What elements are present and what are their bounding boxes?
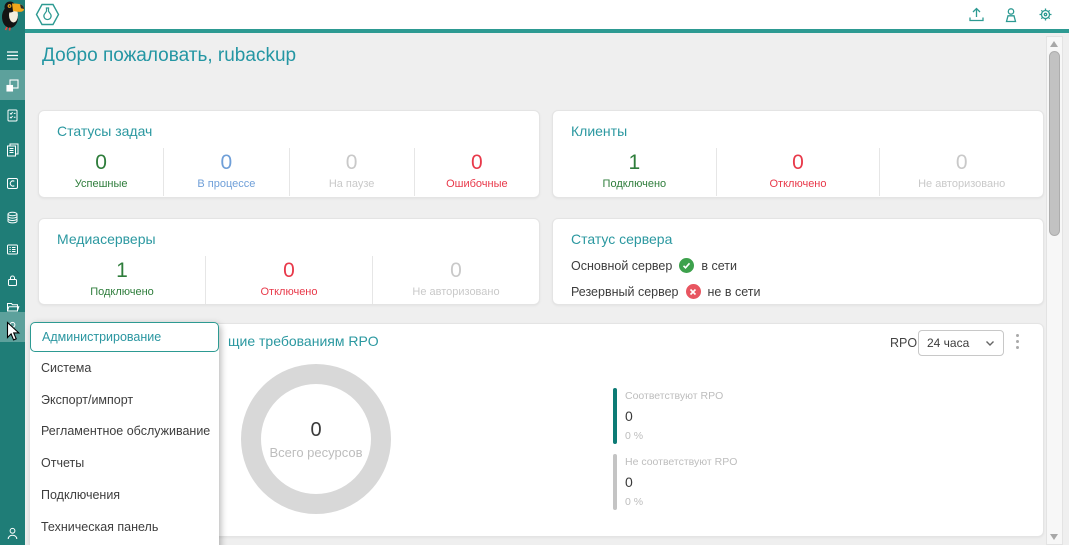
legend-color-bar bbox=[613, 388, 617, 444]
menu-item-connections[interactable]: Подключения bbox=[30, 479, 219, 511]
primary-server-label: Основной сервер bbox=[571, 259, 672, 273]
card-task-statuses: Статусы задач 0 Успешные 0 В процессе 0 … bbox=[38, 110, 540, 198]
check-circle-icon bbox=[679, 258, 694, 273]
sidebar-item-dashboard[interactable] bbox=[0, 70, 25, 100]
backup-server-label: Резервный сервер bbox=[571, 285, 679, 299]
sidebar-item-copy-rules[interactable] bbox=[0, 168, 25, 198]
legend-noncompliant: Не соответствуют RPO 0 0 % bbox=[613, 454, 737, 510]
card-title: Медиасерверы bbox=[57, 231, 539, 247]
sidebar bbox=[0, 0, 25, 545]
menu-item-export-import[interactable]: Экспорт/импорт bbox=[30, 384, 219, 416]
server-status-row-primary: Основной сервер в сети bbox=[571, 258, 1043, 273]
app-logo[interactable] bbox=[34, 2, 61, 27]
backup-server-status: не в сети bbox=[708, 285, 761, 299]
stat-paused: 0 На паузе bbox=[289, 148, 414, 196]
donut-total-value: 0 bbox=[310, 419, 321, 442]
resources-donut-chart: 0 Всего ресурсов bbox=[241, 364, 391, 514]
stat-disconnected: 0 Отключено bbox=[205, 256, 372, 304]
primary-server-status: в сети bbox=[701, 259, 737, 273]
menu-item-technical-panel[interactable]: Техническая панель bbox=[30, 511, 219, 543]
stat-successful: 0 Успешные bbox=[39, 148, 163, 196]
card-title: Статус сервера bbox=[571, 231, 1043, 247]
task-list-icon bbox=[5, 108, 20, 123]
kebab-menu-icon[interactable] bbox=[1014, 332, 1021, 351]
rpo-card-title: щие требованиям RPO bbox=[228, 333, 379, 349]
stats-row: 1 Подключено 0 Отключено 0 Не авторизова… bbox=[553, 148, 1043, 196]
rpo-label: RPO bbox=[890, 336, 917, 350]
topbar-actions bbox=[967, 5, 1069, 24]
stat-unauthorized: 0 Не авторизовано bbox=[879, 148, 1043, 196]
stat-unauthorized: 0 Не авторизовано bbox=[372, 256, 539, 304]
server-list-icon bbox=[5, 242, 20, 257]
user-icon[interactable] bbox=[1002, 6, 1020, 24]
chevron-down-icon bbox=[985, 340, 995, 347]
dashboard-icon bbox=[5, 78, 20, 93]
stat-disconnected: 0 Отключено bbox=[716, 148, 880, 196]
administration-menu: Администрирование Система Экспорт/импорт… bbox=[30, 322, 219, 545]
card-clients: Клиенты 1 Подключено 0 Отключено 0 Не ав… bbox=[552, 110, 1044, 198]
card-media-servers: Медиасерверы 1 Подключено 0 Отключено 0 … bbox=[38, 218, 540, 305]
rpo-period-select[interactable]: 24 часа bbox=[918, 330, 1004, 356]
topbar bbox=[25, 0, 1069, 33]
hexagon-flask-icon bbox=[34, 2, 61, 27]
app-window: Добро пожаловать, rubackup Статусы задач… bbox=[0, 0, 1069, 545]
card-server-status: Статус сервера Основной сервер в сети Ре… bbox=[552, 218, 1044, 305]
menu-icon[interactable] bbox=[0, 40, 25, 70]
lock-icon bbox=[5, 273, 20, 288]
legend-color-bar bbox=[613, 454, 617, 510]
sidebar-item-storage[interactable] bbox=[0, 202, 25, 232]
page-title: Добро пожаловать, rubackup bbox=[42, 45, 296, 67]
menu-item-reports[interactable]: Отчеты bbox=[30, 447, 219, 479]
menu-header: Администрирование bbox=[30, 322, 219, 352]
legend-compliant: Соответствуют RPO 0 0 % bbox=[613, 388, 723, 444]
rpo-period-value: 24 часа bbox=[927, 336, 969, 350]
stat-errored: 0 Ошибочные bbox=[414, 148, 539, 196]
sidebar-user-bottom[interactable] bbox=[0, 518, 25, 545]
user-icon bbox=[5, 526, 20, 541]
sidebar-item-tasks[interactable] bbox=[0, 100, 25, 130]
toucan-logo-icon bbox=[0, 0, 25, 31]
storage-icon bbox=[5, 210, 20, 225]
menu-item-system[interactable]: Система bbox=[30, 352, 219, 384]
card-title: Статусы задач bbox=[57, 123, 539, 139]
sidebar-item-server-list[interactable] bbox=[0, 234, 25, 264]
scroll-down-arrow-icon[interactable] bbox=[1050, 534, 1058, 540]
stat-connected: 1 Подключено bbox=[39, 256, 205, 304]
menu-item-maintenance[interactable]: Регламентное обслуживание bbox=[30, 416, 219, 448]
settings-gear-icon[interactable] bbox=[1036, 5, 1055, 24]
copy-c-icon bbox=[5, 176, 20, 191]
copies-icon bbox=[5, 142, 20, 157]
server-status-row-backup: Резервный сервер не в сети bbox=[571, 284, 1043, 299]
stats-row: 0 Успешные 0 В процессе 0 На паузе 0 Оши… bbox=[39, 148, 539, 196]
stat-connected: 1 Подключено bbox=[553, 148, 716, 196]
scrollbar-thumb[interactable] bbox=[1049, 51, 1060, 236]
scroll-up-arrow-icon[interactable] bbox=[1050, 41, 1058, 47]
upload-icon[interactable] bbox=[967, 5, 986, 24]
sidebar-item-copies[interactable] bbox=[0, 134, 25, 164]
mouse-cursor-icon bbox=[6, 321, 21, 343]
donut-total-label: Всего ресурсов bbox=[269, 445, 362, 460]
card-title: Клиенты bbox=[571, 123, 1043, 139]
stats-row: 1 Подключено 0 Отключено 0 Не авторизова… bbox=[39, 256, 539, 304]
cross-circle-icon bbox=[686, 284, 701, 299]
stat-in-progress: 0 В процессе bbox=[163, 148, 288, 196]
vertical-scrollbar[interactable] bbox=[1046, 36, 1063, 545]
